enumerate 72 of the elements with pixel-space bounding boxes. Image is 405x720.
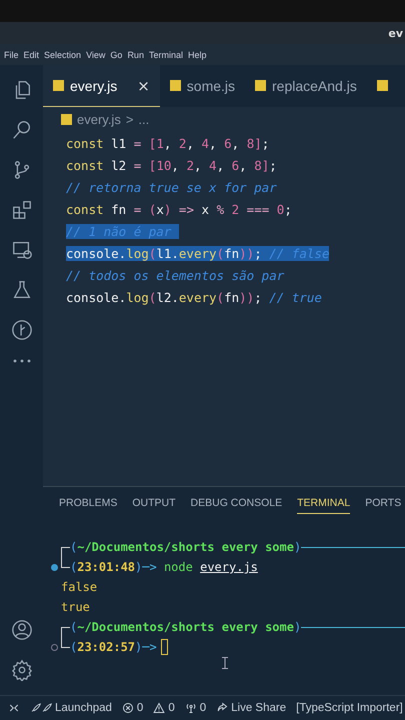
- terminal-cursor: [160, 639, 168, 655]
- terminal-paren: (: [70, 639, 78, 656]
- js-file-icon: [170, 80, 181, 91]
- status-item[interactable]: Launchpad: [30, 702, 112, 714]
- terminal-paren: ): [135, 639, 142, 656]
- status-item[interactable]: 0: [153, 702, 175, 714]
- extensions-icon[interactable]: [10, 199, 32, 221]
- js-file-icon: [376, 80, 388, 91]
- terminal-command: node: [164, 559, 193, 576]
- menu-item[interactable]: File: [4, 50, 19, 60]
- code-line: const l1 = [1, 2, 4, 6, 8];: [66, 136, 270, 151]
- terminal-paren: ): [294, 539, 302, 556]
- command-status-dot[interactable]: [50, 564, 58, 570]
- terminal-time: 23:01:48: [77, 559, 136, 576]
- text-cursor-icon: [222, 657, 228, 669]
- search-icon[interactable]: [10, 119, 32, 141]
- terminal-time: 23:02:57: [77, 639, 136, 656]
- panel-tab[interactable]: TERMINAL: [297, 497, 350, 514]
- status-item[interactable]: 0: [184, 702, 206, 714]
- terminal-arrow: ─>: [142, 639, 157, 656]
- js-file-icon: [255, 80, 266, 91]
- live-share-icon: [216, 702, 228, 714]
- menu-item[interactable]: Selection: [44, 50, 82, 60]
- panel-tab[interactable]: DEBUG CONSOLE: [190, 497, 282, 514]
- menu-item[interactable]: Go: [110, 50, 122, 60]
- terminal-arrow: ─>: [142, 559, 157, 576]
- more-icon[interactable]: [12, 359, 32, 363]
- code-line: // retorna true se x for par: [66, 180, 277, 195]
- command-status-dot[interactable]: [50, 644, 58, 650]
- warning-icon: [153, 702, 166, 714]
- error-icon: [122, 702, 134, 714]
- status-item[interactable]: Live Share: [216, 702, 286, 714]
- breadcrumb-separator: >: [126, 112, 134, 126]
- terminal-path: ~/Documentos/shorts every some: [77, 539, 294, 556]
- menu-item[interactable]: View: [86, 50, 106, 60]
- git-graph-icon[interactable]: [10, 319, 32, 341]
- terminal-paren: (: [70, 619, 78, 636]
- panel-tab[interactable]: PROBLEMS: [59, 497, 118, 514]
- account-icon[interactable]: [10, 619, 32, 641]
- terminal-paren: (: [70, 559, 78, 576]
- code-line: const l2 = [10, 2, 4, 6, 8];: [66, 158, 277, 173]
- menu-item[interactable]: Help: [188, 50, 206, 60]
- menu-item[interactable]: Edit: [24, 50, 40, 60]
- terminal-paren: (: [70, 539, 78, 556]
- window-title: ev: [388, 26, 404, 40]
- menu-item[interactable]: Terminal: [148, 50, 183, 60]
- flask-icon[interactable]: [10, 279, 32, 301]
- terminal-output: true: [61, 599, 90, 616]
- settings-icon[interactable]: [10, 659, 32, 681]
- breadcrumb-file[interactable]: every.js: [77, 112, 121, 126]
- editor-tab[interactable]: every.js ×: [43, 65, 160, 107]
- close-icon[interactable]: ×: [137, 76, 150, 94]
- panel-tab[interactable]: PORTS: [365, 497, 402, 514]
- breadcrumb-more[interactable]: ...: [138, 112, 150, 126]
- panel-tab[interactable]: OUTPUT: [132, 497, 176, 514]
- status-text[interactable]: [TypeScript Importer]: [296, 702, 403, 714]
- remote-explorer-icon[interactable]: [10, 239, 32, 261]
- editor-tab[interactable]: some.js: [160, 65, 246, 107]
- code-line: console.log(l2.every(fn)); // true: [66, 290, 322, 305]
- code-line: // todos os elementos são par: [66, 268, 284, 283]
- broadcast-icon: [184, 702, 197, 714]
- js-file-icon: [61, 114, 72, 124]
- menu-item[interactable]: Run: [127, 50, 144, 60]
- terminal-argument: every.js: [200, 559, 258, 576]
- terminal-paren: ): [135, 559, 142, 576]
- status-item[interactable]: 0: [122, 702, 144, 714]
- terminal-output: false: [61, 579, 98, 596]
- js-file-icon: [53, 80, 64, 91]
- terminal-path: ~/Documentos/shorts every some: [77, 619, 294, 636]
- editor-tab[interactable]: replaceAnd.js: [245, 65, 367, 107]
- code-line: const fn = (x) => x % 2 === 0;: [66, 202, 292, 217]
- terminal-paren: ): [294, 619, 302, 636]
